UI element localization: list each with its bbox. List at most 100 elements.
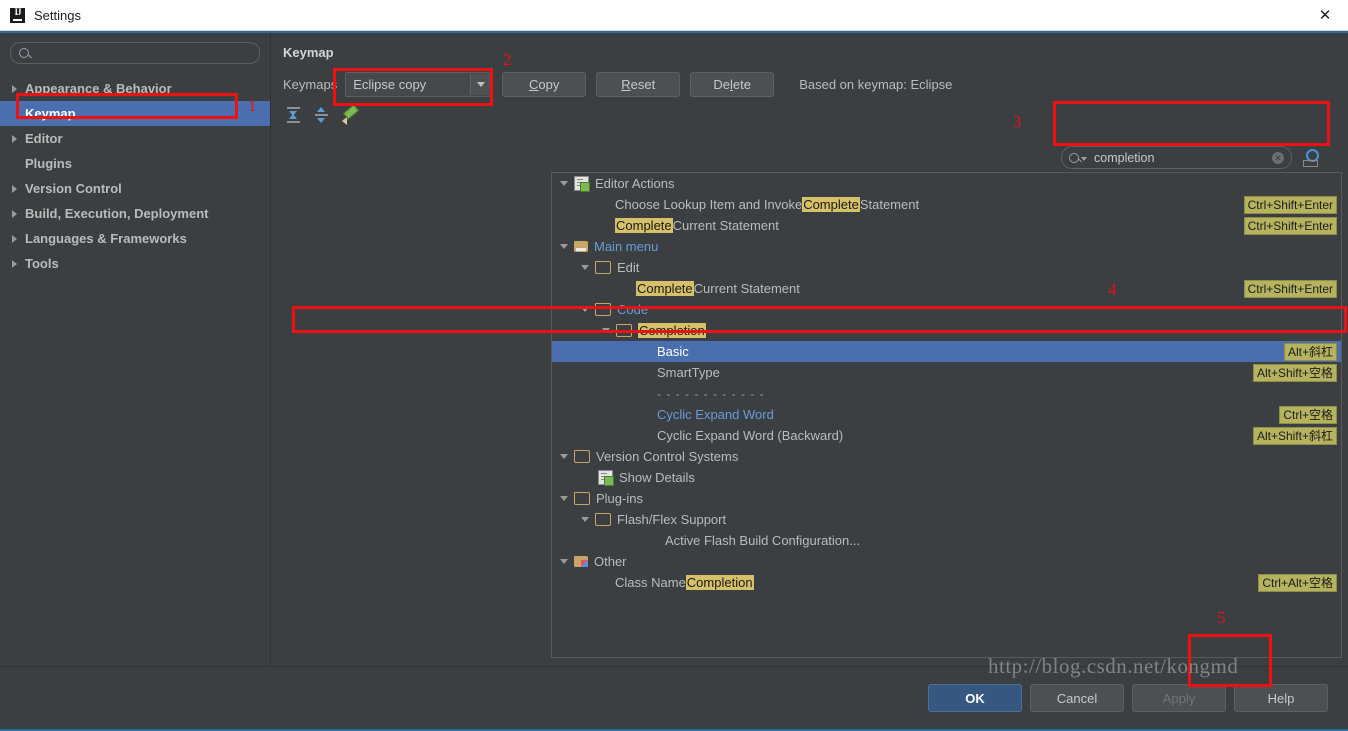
window-title-bar: Settings ✕ (0, 0, 1348, 31)
edit-shortcut-icon[interactable] (340, 106, 360, 125)
chevron-right-icon (12, 184, 17, 193)
sidebar-item-label: Plugins (25, 156, 72, 171)
settings-search-input[interactable] (35, 45, 251, 61)
tree-row[interactable]: Active Flash Build Configuration... (552, 530, 1341, 551)
tree-row[interactable]: Version Control Systems (552, 446, 1341, 467)
chevron-right-icon (12, 134, 17, 143)
keymap-search-input[interactable] (1092, 149, 1272, 166)
shortcut-badge: Alt+Shift+斜杠 (1252, 427, 1337, 445)
tree-row-label: Show Details (619, 470, 695, 485)
shortcut-badge: Ctrl+Alt+空格 (1258, 574, 1337, 592)
chevron-down-icon[interactable] (560, 559, 568, 564)
sidebar-item-label: Editor (25, 131, 63, 146)
keymap-search-box[interactable]: ✕ (1061, 146, 1292, 169)
tree-row[interactable]: Cyclic Expand Word Ctrl+空格 (552, 404, 1341, 425)
tree-row-label-after: Statement (859, 197, 920, 212)
tree-row[interactable]: Editor Actions (552, 173, 1341, 194)
sidebar-item-label: Tools (25, 256, 59, 271)
sidebar-item-label: Appearance & Behavior (25, 81, 172, 96)
tree-row[interactable]: Completion (552, 320, 1341, 341)
sidebar-item-version-control[interactable]: Version Control (0, 176, 270, 201)
page-title: Keymap (283, 45, 334, 60)
tree-row[interactable]: Code (552, 299, 1341, 320)
chevron-down-icon[interactable] (560, 181, 568, 186)
close-icon[interactable]: ✕ (1302, 0, 1348, 29)
settings-search-box[interactable] (10, 42, 260, 64)
tree-row[interactable]: Main menu (552, 236, 1341, 257)
chevron-down-icon[interactable] (560, 496, 568, 501)
tree-row[interactable]: Choose Lookup Item and Invoke Complete S… (552, 194, 1341, 215)
copy-button[interactable]: Copy (502, 71, 587, 97)
folder-icon (595, 261, 611, 274)
tree-row-match: Complete (636, 281, 694, 296)
sidebar-item-build-execution-deployment[interactable]: Build, Execution, Deployment (0, 201, 270, 226)
tree-row-label: Other (594, 554, 627, 569)
sidebar-item-label: Languages & Frameworks (25, 231, 187, 246)
tree-row-label: Choose Lookup Item and Invoke (615, 197, 803, 212)
clear-icon[interactable]: ✕ (1272, 151, 1284, 164)
reset-button[interactable]: Reset (596, 71, 681, 97)
chevron-down-icon[interactable] (581, 307, 589, 312)
tree-row[interactable]: Complete Current Statement Ctrl+Shift+En… (552, 215, 1341, 236)
chevron-down-icon[interactable] (560, 454, 568, 459)
sidebar-item-keymap[interactable]: Keymap (0, 101, 270, 126)
chevron-down-icon[interactable] (560, 244, 568, 249)
shortcut-badge: Ctrl+空格 (1279, 406, 1337, 424)
tree-row[interactable]: Flash/Flex Support (552, 509, 1341, 530)
sidebar-item-plugins[interactable]: Plugins (0, 151, 270, 176)
tree-row-selected[interactable]: Basic Alt+斜杠 (552, 341, 1341, 362)
tree-row[interactable]: Other (552, 551, 1341, 572)
main-menu-folder-icon (574, 241, 588, 252)
chevron-down-icon[interactable] (602, 328, 610, 333)
cancel-button[interactable]: Cancel (1030, 684, 1124, 712)
settings-sidebar: Appearance & Behavior Keymap Editor Plug… (0, 33, 271, 666)
chevron-right-icon (12, 209, 17, 218)
sidebar-item-languages-frameworks[interactable]: Languages & Frameworks (0, 226, 270, 251)
tree-row[interactable]: Class Name Completion Ctrl+Alt+空格 (552, 572, 1341, 593)
tree-row-label: Plug-ins (596, 491, 643, 506)
folder-icon (616, 324, 632, 337)
shortcut-badge: Ctrl+Shift+Enter (1243, 217, 1337, 235)
settings-nav-list: Appearance & Behavior Keymap Editor Plug… (0, 76, 270, 276)
help-button[interactable]: Help (1234, 684, 1328, 712)
tree-row-match: Completion (685, 575, 754, 590)
tree-row-match: Complete (802, 197, 860, 212)
editor-actions-icon (574, 176, 590, 192)
keymap-actions-tree[interactable]: Editor Actions Choose Lookup Item and In… (551, 172, 1342, 658)
sidebar-item-tools[interactable]: Tools (0, 251, 270, 276)
chevron-down-icon[interactable] (470, 73, 492, 95)
tree-row-label: Cyclic Expand Word (657, 407, 774, 422)
chevron-down-icon[interactable] (1081, 157, 1087, 161)
tree-row[interactable]: SmartType Alt+Shift+空格 (552, 362, 1341, 383)
tree-row[interactable]: Edit (552, 257, 1341, 278)
folder-icon (595, 303, 611, 316)
chevron-down-icon[interactable] (581, 517, 589, 522)
tree-row-label: Cyclic Expand Word (Backward) (657, 428, 844, 443)
tree-row[interactable]: Complete Current Statement Ctrl+Shift+En… (552, 278, 1341, 299)
chevron-down-icon[interactable] (581, 265, 589, 270)
other-folder-icon (574, 556, 588, 567)
ok-button[interactable]: OK (928, 684, 1022, 712)
tree-row-match: Complete (615, 218, 673, 233)
sidebar-search-wrap (0, 33, 270, 64)
tree-row[interactable]: Cyclic Expand Word (Backward) Alt+Shift+… (552, 425, 1341, 446)
tree-row-separator: - - - - - - - - - - - - (552, 383, 1341, 404)
sidebar-item-editor[interactable]: Editor (0, 126, 270, 151)
keymaps-label: Keymaps (283, 76, 338, 92)
tree-row[interactable]: Plug-ins (552, 488, 1341, 509)
search-icon (19, 48, 29, 58)
apply-button[interactable]: Apply (1132, 684, 1226, 712)
expand-all-icon[interactable] (284, 106, 304, 124)
reset-button-label-rest: eset (630, 76, 656, 92)
sidebar-item-label: Build, Execution, Deployment (25, 206, 209, 221)
sidebar-item-appearance-behavior[interactable]: Appearance & Behavior (0, 76, 270, 101)
tree-toolbar (271, 98, 1348, 131)
delete-button[interactable]: De l ete (690, 71, 775, 97)
shortcut-badge: Ctrl+Shift+Enter (1243, 280, 1337, 298)
based-on-keymap-label: Based on keymap: Eclipse (799, 76, 953, 92)
tree-row[interactable]: Show Details (552, 467, 1341, 488)
tree-row-label: Active Flash Build Configuration... (665, 533, 861, 548)
keymap-select[interactable]: Eclipse copy (345, 71, 493, 97)
collapse-all-icon[interactable] (312, 106, 332, 124)
find-by-shortcut-icon[interactable] (1302, 148, 1322, 167)
